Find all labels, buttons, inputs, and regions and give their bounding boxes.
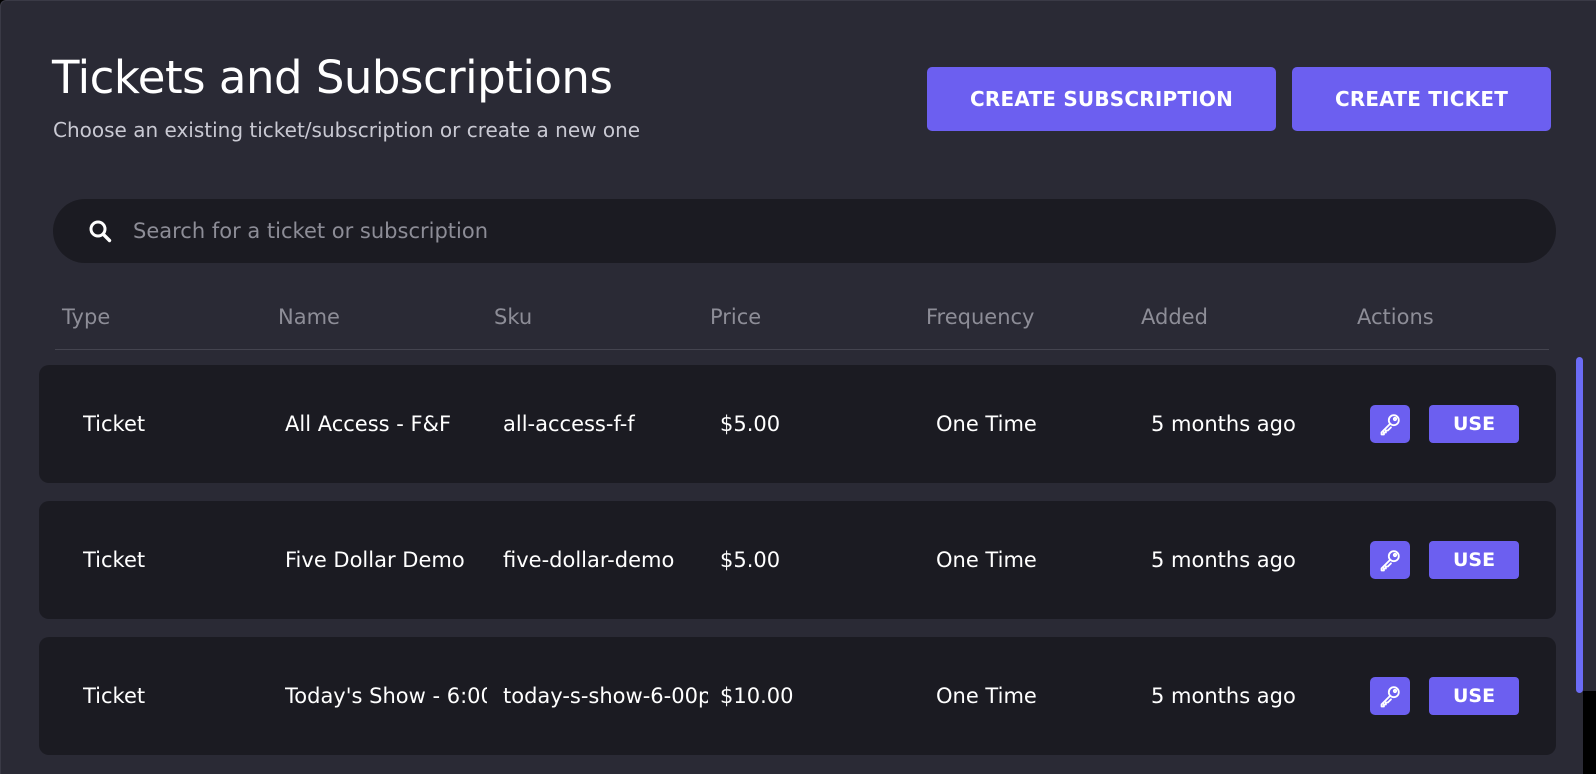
column-header-frequency: Frequency [926,305,1035,329]
scroll-edge [1583,691,1596,774]
cell-sku: five-dollar-demo [503,548,675,572]
key-icon[interactable] [1370,405,1410,443]
scrollbar-thumb[interactable] [1576,357,1583,693]
key-icon[interactable] [1370,541,1410,579]
page-title: Tickets and Subscriptions [52,51,613,104]
key-icon[interactable] [1370,677,1410,715]
search-bar[interactable] [53,199,1556,263]
column-header-sku: Sku [494,305,533,329]
cell-price: $10.00 [720,684,794,708]
column-header-name: Name [278,305,340,329]
tickets-panel: Tickets and Subscriptions Choose an exis… [0,0,1596,774]
create-subscription-button[interactable]: CREATE SUBSCRIPTION [927,67,1276,131]
page-subtitle: Choose an existing ticket/subscription o… [53,118,641,142]
column-header-type: Type [62,305,111,329]
column-header-actions: Actions [1357,305,1434,329]
cell-type: Ticket [83,548,146,572]
table-row: Ticket All Access - F&F all-access-f-f $… [39,365,1556,483]
column-header-added: Added [1141,305,1208,329]
use-button[interactable]: USE [1429,541,1519,579]
cell-added: 5 months ago [1151,412,1296,436]
table-row: Ticket Today's Show - 6:00pm today-s-sho… [39,637,1556,755]
column-header-price: Price [710,305,762,329]
cell-name: All Access - F&F [285,412,452,436]
cell-sku: today-s-show-6-00pm [503,684,708,708]
cell-price: $5.00 [720,412,781,436]
cell-frequency: One Time [936,684,1037,708]
cell-added: 5 months ago [1151,548,1296,572]
cell-frequency: One Time [936,412,1037,436]
search-input[interactable] [131,210,1556,252]
cell-type: Ticket [83,412,146,436]
use-button[interactable]: USE [1429,677,1519,715]
create-ticket-button[interactable]: CREATE TICKET [1292,67,1551,131]
scrollbar[interactable] [1576,357,1583,774]
table-row: Ticket Five Dollar Demo five-dollar-demo… [39,501,1556,619]
cell-name: Today's Show - 6:00pm [285,684,487,708]
cell-sku: all-access-f-f [503,412,635,436]
cell-type: Ticket [83,684,146,708]
use-button[interactable]: USE [1429,405,1519,443]
table-header: Type Name Sku Price Frequency Added Acti… [55,301,1549,350]
search-icon [87,218,113,244]
cell-name: Five Dollar Demo [285,548,465,572]
cell-added: 5 months ago [1151,684,1296,708]
cell-frequency: One Time [936,548,1037,572]
cell-price: $5.00 [720,548,781,572]
